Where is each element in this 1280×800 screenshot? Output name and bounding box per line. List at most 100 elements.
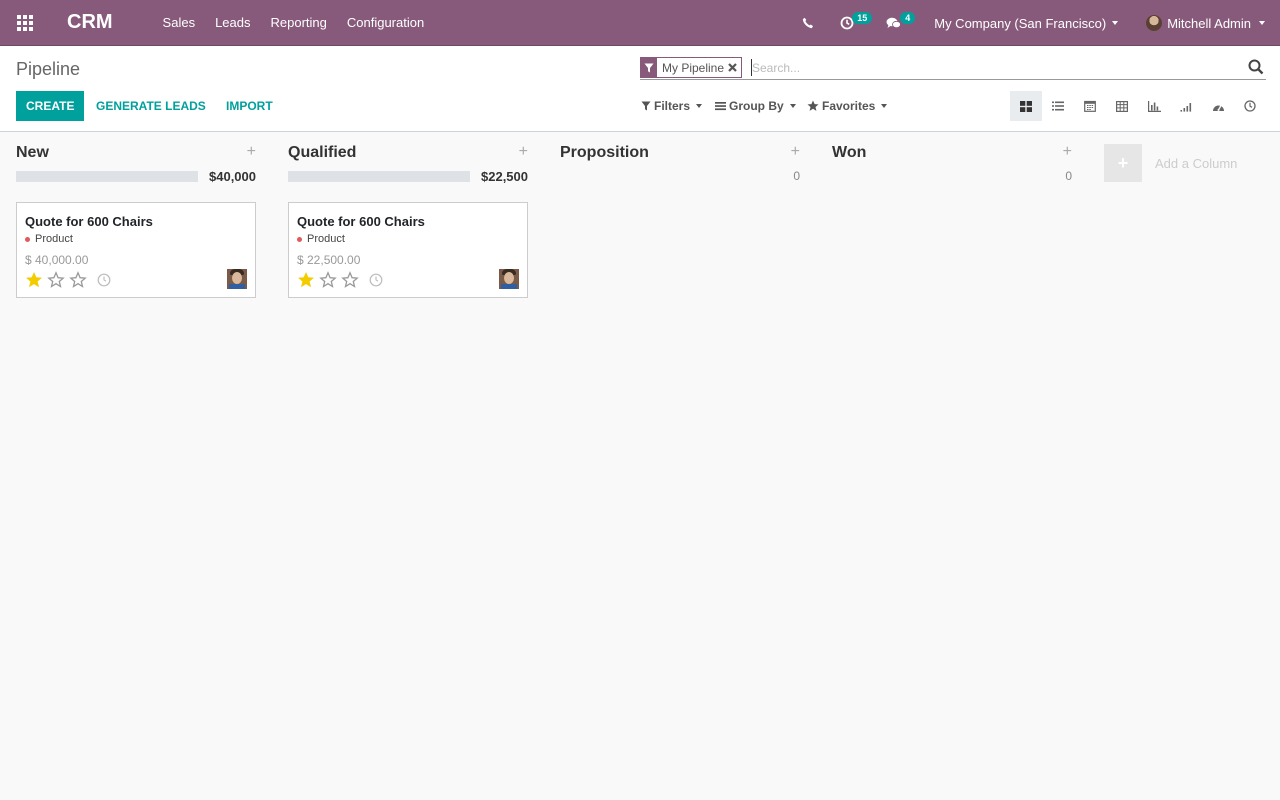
facet-remove-button[interactable] [728,58,741,77]
main-menu: Sales Leads Reporting Configuration [153,0,435,46]
generate-leads-button[interactable]: GENERATE LEADS [96,91,206,121]
quick-create-button[interactable]: + [247,144,256,160]
tag-color-dot [25,236,30,242]
filters-label: Filters [654,99,691,113]
kanban-view-button[interactable] [1010,91,1042,121]
priority-widget [25,271,111,289]
user-menu[interactable]: Mitchell Admin [1136,0,1275,46]
quick-create-button[interactable]: + [519,144,528,160]
signal-icon [1180,102,1191,112]
pivot-view-button[interactable] [1106,91,1138,121]
tag-label: Product [307,233,345,245]
kanban-card[interactable]: Quote for 600 Chairs Product $ 22,500.00 [288,202,528,298]
kanban-card[interactable]: Quote for 600 Chairs Product $ 40,000.00 [16,202,256,298]
view-switcher [1010,91,1266,121]
group-by-dropdown[interactable]: Group By [715,91,796,121]
activity-clock-icon[interactable] [97,273,111,287]
column-title: Won [832,144,867,161]
dashboard-icon [1212,104,1224,111]
quick-create-button[interactable]: + [791,144,800,160]
clock-icon [1244,100,1256,112]
column-sum: $40,000 [209,169,256,184]
table-icon [1116,100,1128,112]
column-sum: 0 [793,169,800,183]
chat-icon [886,17,902,28]
activities-button[interactable]: 15 [830,0,876,46]
activity-clock-icon[interactable] [369,273,383,287]
column-title: New [16,144,49,161]
company-switcher[interactable]: My Company (San Francisco) [924,0,1128,46]
phone-button[interactable] [792,0,826,46]
list-icon [1052,101,1064,111]
menu-item-configuration[interactable]: Configuration [337,0,434,46]
chevron-down-icon [1259,21,1265,25]
filter-icon [641,58,657,77]
column-title: Qualified [288,144,357,161]
favorites-label: Favorites [822,99,876,113]
search-view: My Pipeline [640,55,1266,80]
kanban-board: New + $40,000 Quote for 600 Chairs Produ… [0,132,1280,800]
dashboard-view-button[interactable] [1202,91,1234,121]
search-button[interactable] [1248,59,1264,75]
list-view-button[interactable] [1042,91,1074,121]
top-navbar: CRM Sales Leads Reporting Configuration … [0,0,1280,46]
star-icon [807,100,819,111]
create-button[interactable]: CREATE [16,91,85,121]
messages-count-badge: 4 [900,12,916,24]
star-empty-icon[interactable] [47,271,65,289]
card-tag: Product [25,233,73,245]
salesperson-avatar[interactable] [499,269,519,289]
salesperson-avatar[interactable] [227,269,247,289]
messages-button[interactable]: 4 [876,0,922,46]
systray: 15 4 My Company (San Francisco) Mitchell… [792,0,1280,46]
add-column-label: Add a Column [1155,155,1238,171]
apps-grid-icon [17,14,33,31]
star-filled-icon[interactable] [297,271,315,289]
card-amount: $ 22,500.00 [297,253,361,267]
tag-color-dot [297,236,302,242]
import-button[interactable]: IMPORT [226,91,273,121]
priority-widget [297,271,383,289]
search-input[interactable] [752,57,1232,78]
card-amount: $ 40,000.00 [25,253,89,267]
cohort-view-button[interactable] [1170,91,1202,121]
graph-view-button[interactable] [1138,91,1170,121]
star-filled-icon[interactable] [25,271,43,289]
chevron-down-icon [1112,21,1119,25]
menu-item-sales[interactable]: Sales [153,0,206,46]
breadcrumb: Pipeline [16,59,81,79]
activities-count-badge: 15 [852,12,873,24]
column-sum: 0 [1065,169,1072,183]
user-avatar [1146,15,1163,31]
star-empty-icon[interactable] [319,271,337,289]
quick-create-button[interactable]: + [1063,144,1072,160]
filters-dropdown[interactable]: Filters [641,91,703,121]
app-brand[interactable]: CRM [67,11,113,34]
bar-chart-icon [1147,100,1161,112]
card-title: Quote for 600 Chairs [25,214,153,229]
plus-icon: + [1104,144,1142,182]
column-progress-bar[interactable] [288,171,470,182]
close-icon [728,63,737,72]
chevron-down-icon [696,104,703,108]
user-name: Mitchell Admin [1167,15,1251,31]
activity-view-button[interactable] [1234,91,1266,121]
chevron-down-icon [789,104,796,108]
control-panel: Pipeline CREATE GENERATE LEADS IMPORT My… [0,46,1280,132]
search-facet: My Pipeline [640,57,743,78]
add-column-button[interactable]: + Add a Column [1104,144,1237,182]
tag-label: Product [35,233,73,245]
star-empty-icon[interactable] [341,271,359,289]
star-empty-icon[interactable] [69,271,87,289]
chevron-down-icon [881,104,888,108]
phone-icon [803,17,814,29]
filter-icon [641,101,651,111]
menu-item-reporting[interactable]: Reporting [261,0,337,46]
calendar-view-button[interactable] [1074,91,1106,121]
facet-label: My Pipeline [662,60,725,75]
apps-menu-button[interactable] [0,0,50,46]
column-progress-bar[interactable] [16,171,198,182]
favorites-dropdown[interactable]: Favorites [807,91,888,121]
group-by-label: Group By [729,99,784,113]
menu-item-leads[interactable]: Leads [205,0,260,46]
